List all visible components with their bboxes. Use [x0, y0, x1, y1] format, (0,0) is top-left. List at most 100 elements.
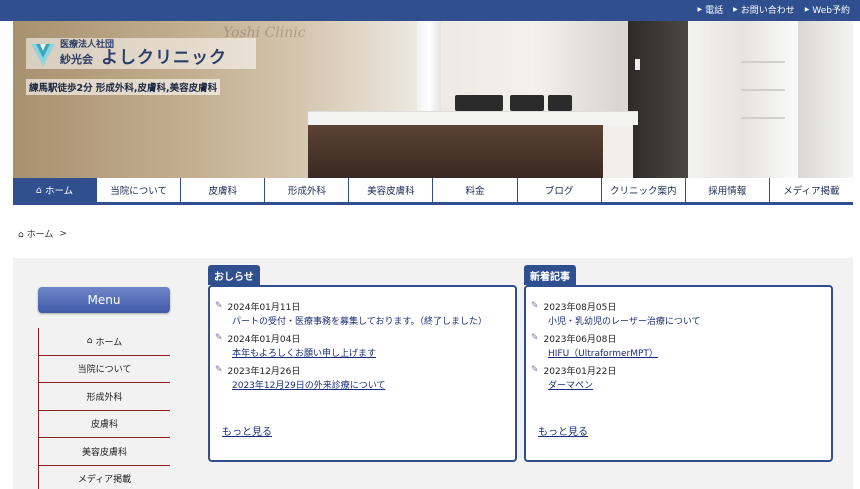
sidebar-item-plastic-surgery[interactable]: 形成外科 — [38, 383, 170, 411]
sidebar-item-cosmetic-dermatology[interactable]: 美容皮膚科 — [38, 438, 170, 466]
list-item: ✎ 2023年01月22日 ダーマペン — [531, 363, 826, 391]
news-link[interactable]: 本年もよろしくお願い申し上げます — [232, 345, 510, 359]
hero-shelf — [741, 61, 785, 63]
pencil-icon: ✎ — [215, 301, 223, 311]
contact-link-label: お問い合わせ — [740, 6, 795, 16]
nav-item-label: 料金 — [465, 186, 485, 197]
breadcrumb-home[interactable]: ⌂ ホーム — [18, 227, 53, 240]
hero-shelf — [741, 117, 785, 119]
triangle-right-icon: ▶ — [804, 6, 810, 13]
nav-item-label: ホーム — [44, 186, 74, 197]
pencil-icon: ✎ — [531, 365, 539, 375]
site-logo[interactable]: 医療法人社団 紗光会 よしクリニック — [26, 38, 256, 69]
breadcrumb-home-label: ホーム — [26, 230, 54, 240]
pencil-icon: ✎ — [215, 365, 223, 375]
sidebar-item-about[interactable]: 当院について — [38, 355, 170, 383]
nav-item-label: 当院について — [110, 186, 167, 197]
articles-panel-tab: 新着記事 — [524, 265, 576, 285]
hero-door — [798, 21, 853, 178]
hero-counter-top — [308, 111, 638, 125]
nav-item-plastic-surgery[interactable]: 形成外科 — [265, 178, 350, 202]
pencil-icon: ✎ — [215, 333, 223, 343]
sidebar-item-label: 当院について — [77, 365, 132, 376]
nav-item-label: 形成外科 — [287, 186, 326, 197]
breadcrumb: ⌂ ホーム > — [18, 227, 67, 241]
pencil-icon: ✎ — [531, 333, 539, 343]
sidebar-item-dermatology[interactable]: 皮膚科 — [38, 410, 170, 438]
breadcrumb-separator: > — [59, 228, 67, 239]
hero-image: Yoshi Clinic 医療法人社団 紗光会 よしクリニック 練馬駅徒歩2分 … — [13, 21, 853, 178]
nav-item-blog[interactable]: ブログ — [518, 178, 602, 202]
contact-link[interactable]: ▶ お問い合わせ — [733, 3, 795, 16]
hero-chair — [510, 95, 544, 111]
phone-link-label: 電話 — [705, 6, 724, 16]
hero-chair — [548, 95, 572, 111]
nav-item-label: 美容皮膚科 — [367, 186, 415, 197]
hero-shelf — [741, 89, 785, 91]
list-item: ✎ 2024年01月11日 パートの受付・医療事務を募集しております。（終了しまし… — [215, 299, 510, 327]
clinic-logo-icon — [31, 43, 55, 66]
article-link[interactable]: HIFU（UltraformerMPT） — [548, 345, 826, 359]
list-item: ✎ 2023年06月08日 HIFU（UltraformerMPT） — [531, 331, 826, 359]
nav-item-recruit[interactable]: 採用情報 — [686, 178, 770, 202]
nav-item-home[interactable]: ⌂ ホーム — [13, 178, 98, 202]
list-item: ✎ 2024年01月04日 本年もよろしくお願い申し上げます — [215, 331, 510, 359]
news-list: ✎ 2024年01月11日 パートの受付・医療事務を募集しております。（終了しまし… — [215, 299, 510, 395]
nav-item-label: クリニック案内 — [609, 186, 677, 197]
nav-item-cosmetic-dermatology[interactable]: 美容皮膚科 — [349, 178, 434, 202]
news-date: 2024年01月11日 — [227, 302, 301, 313]
logo-name-row: 紗光会 よしクリニック — [60, 48, 227, 68]
sidebar-item-label: 形成外科 — [86, 392, 123, 403]
clinic-name: よしクリニック — [101, 47, 227, 68]
home-icon: ⌂ — [86, 336, 93, 347]
web-reservation-link[interactable]: ▶ Web予約 — [805, 3, 850, 16]
nav-item-dermatology[interactable]: 皮膚科 — [181, 178, 266, 202]
sidebar-item-label: ホーム — [95, 337, 123, 348]
sidebar-menu-title: Menu — [38, 287, 170, 313]
news-link[interactable]: 2023年12月29日の外来診療について — [232, 377, 510, 391]
hero-sconce — [635, 59, 640, 70]
logo-text: 医療法人社団 紗光会 よしクリニック — [60, 40, 227, 68]
sidebar-item-label: メディア掲載 — [77, 475, 132, 486]
nav-item-fees[interactable]: 料金 — [433, 178, 518, 202]
sidebar-menu: ⌂ ホーム 当院について 形成外科 皮膚科 美容皮膚科 メディア掲載 — [38, 328, 170, 489]
top-links: ▶ 電話 ▶ お問い合わせ ▶ Web予約 — [697, 3, 850, 16]
nav-item-media[interactable]: メディア掲載 — [770, 178, 853, 202]
article-date: 2023年08月05日 — [543, 302, 617, 313]
hero-wall — [628, 21, 688, 178]
nav-item-label: 採用情報 — [708, 186, 747, 197]
home-icon: ⌂ — [18, 230, 24, 240]
triangle-right-icon: ▶ — [733, 6, 738, 13]
top-bar: ▶ 電話 ▶ お問い合わせ ▶ Web予約 — [0, 0, 860, 21]
news-date: 2023年12月26日 — [227, 366, 301, 377]
news-more-link[interactable]: もっと見る — [222, 423, 272, 438]
nav-item-clinic-info[interactable]: クリニック案内 — [602, 178, 686, 202]
nav-item-label: メディア掲載 — [783, 186, 840, 197]
news-panel-tab: おしらせ — [208, 265, 260, 285]
articles-panel: ✎ 2023年08月05日 小児・乳幼児のレーザー治療について ✎ 2023年06月… — [524, 285, 833, 462]
global-nav: ⌂ ホーム 当院について 皮膚科 形成外科 美容皮膚科 料金 ブログ クリニック案… — [13, 178, 853, 205]
sidebar-item-media[interactable]: メディア掲載 — [38, 465, 170, 489]
news-link[interactable]: パートの受付・医療事務を募集しております。（終了しました） — [232, 313, 510, 327]
hero-corridor — [688, 21, 798, 178]
articles-more-link[interactable]: もっと見る — [538, 423, 588, 438]
article-date: 2023年06月08日 — [543, 334, 617, 345]
pencil-icon: ✎ — [531, 301, 539, 311]
sidebar-item-home[interactable]: ⌂ ホーム — [38, 328, 170, 356]
list-item: ✎ 2023年12月26日 2023年12月29日の外来診療について — [215, 363, 510, 391]
article-link[interactable]: ダーマペン — [548, 377, 826, 391]
sidebar-item-label: 皮膚科 — [90, 420, 118, 431]
logo-organization: 紗光会 — [60, 52, 93, 66]
article-link[interactable]: 小児・乳幼児のレーザー治療について — [548, 313, 826, 327]
phone-link[interactable]: ▶ 電話 — [697, 3, 723, 16]
hero-counter-side — [603, 125, 633, 178]
news-panel: ✎ 2024年01月11日 パートの受付・医療事務を募集しております。（終了しまし… — [208, 285, 517, 462]
home-icon: ⌂ — [35, 184, 42, 196]
list-item: ✎ 2023年08月05日 小児・乳幼児のレーザー治療について — [531, 299, 826, 327]
web-reservation-link-label: Web予約 — [812, 6, 850, 16]
triangle-right-icon: ▶ — [697, 6, 703, 13]
nav-item-about[interactable]: 当院について — [97, 178, 182, 202]
hero-counter — [308, 125, 608, 178]
article-date: 2023年01月22日 — [543, 366, 617, 377]
articles-list: ✎ 2023年08月05日 小児・乳幼児のレーザー治療について ✎ 2023年06月… — [531, 299, 826, 395]
